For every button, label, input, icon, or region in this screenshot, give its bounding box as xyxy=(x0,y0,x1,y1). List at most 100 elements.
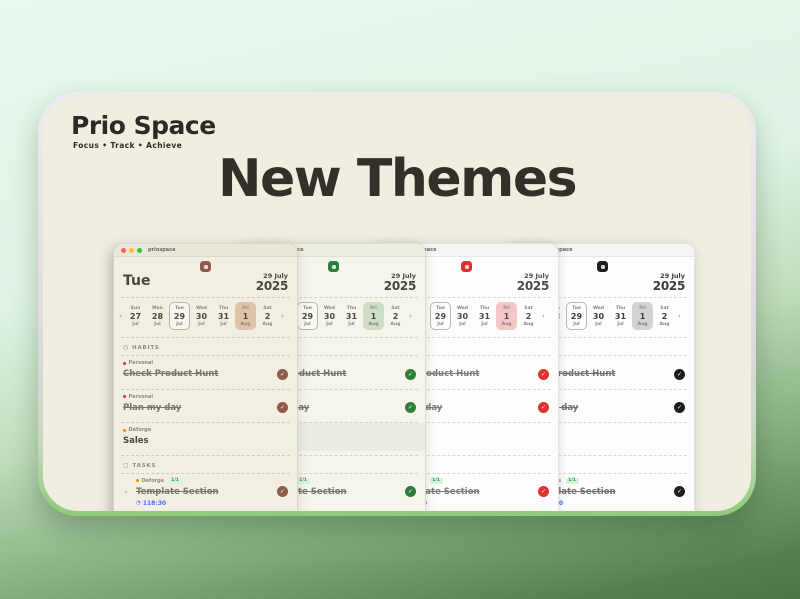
next-week-button[interactable]: › xyxy=(676,312,683,320)
habit-row-sales[interactable]: Deforge Sales xyxy=(114,423,297,451)
day-number: 31 xyxy=(346,312,357,321)
week-strip: ‹ Sun 27 Jul Mon 28 Jul Tue 29 Jul Wed 3… xyxy=(114,298,297,333)
date-block: 29 July 2025 xyxy=(384,273,416,293)
dow-label: Wed xyxy=(324,306,335,311)
close-button[interactable] xyxy=(121,248,126,253)
day-cell-wed[interactable]: Wed 30 Jul xyxy=(452,302,473,330)
date-block: 29 July 2025 xyxy=(653,273,685,293)
dow-label: Sat xyxy=(263,306,271,311)
completion-badge: 1/1 xyxy=(297,478,310,484)
traffic-lights xyxy=(121,248,142,253)
dow-label: Sat xyxy=(391,306,399,311)
dow-label: Thu xyxy=(347,306,356,311)
next-week-button[interactable]: › xyxy=(540,312,547,320)
habit-check-button[interactable]: ✓ xyxy=(405,402,416,413)
category-label: Personal xyxy=(129,394,154,400)
task-check-button[interactable]: ✓ xyxy=(405,486,416,497)
day-cell-sat[interactable]: Sat 2 Aug xyxy=(257,302,278,330)
day-cell-tue-today[interactable]: Tue 29 Jul xyxy=(169,302,190,330)
month-label: Aug xyxy=(391,322,401,327)
habit-check-button[interactable]: ✓ xyxy=(538,402,549,413)
dow-label: Tue xyxy=(303,306,312,311)
habit-row-check-product-hunt[interactable]: Personal Check Product Hunt ✓ xyxy=(114,356,297,385)
task-check-button[interactable]: ✓ xyxy=(538,486,549,497)
month-label: Aug xyxy=(638,322,648,327)
habit-check-button[interactable]: ✓ xyxy=(674,369,685,380)
divider xyxy=(121,337,290,338)
divider xyxy=(121,455,290,456)
category-dot-icon xyxy=(123,395,126,398)
day-number: 29 xyxy=(302,312,313,321)
habit-check-button[interactable]: ✓ xyxy=(277,402,288,413)
date-year: 2025 xyxy=(256,280,288,293)
day-cell-fri-selected[interactable]: Fri 1 Aug xyxy=(496,302,517,330)
task-title: Template Section xyxy=(136,487,277,497)
day-cell-wed[interactable]: Wed 30 Jul xyxy=(191,302,212,330)
month-label: Aug xyxy=(660,322,670,327)
day-number: 29 xyxy=(174,312,185,321)
app-theme-logo-icon xyxy=(200,261,211,272)
category-label: Personal xyxy=(129,360,154,366)
habit-check-button[interactable]: ✓ xyxy=(405,369,416,380)
month-label: Jul xyxy=(220,322,226,327)
day-number: 1 xyxy=(640,312,646,321)
month-label: Jul xyxy=(437,322,443,327)
day-number: 28 xyxy=(152,312,163,321)
day-cell-mon[interactable]: Mon 28 Jul xyxy=(147,302,168,330)
category-label: Deforge xyxy=(142,478,165,484)
maximize-button[interactable] xyxy=(137,248,142,253)
habit-check-button[interactable]: ✓ xyxy=(674,402,685,413)
window-titlebar: priospace xyxy=(114,244,297,257)
category-dot-icon xyxy=(136,479,139,482)
day-cell-sun[interactable]: Sun 27 Jul xyxy=(125,302,146,330)
day-cell-thu[interactable]: Thu 31 Jul xyxy=(610,302,631,330)
habit-check-button[interactable]: ✓ xyxy=(277,369,288,380)
day-cell-tue-today[interactable]: Tue 29 Jul xyxy=(297,302,318,330)
date-year: 2025 xyxy=(384,280,416,293)
category-dot-icon xyxy=(123,429,126,432)
day-cell-thu[interactable]: Thu 31 Jul xyxy=(341,302,362,330)
day-cell-sat[interactable]: Sat 2 Aug xyxy=(518,302,539,330)
task-row-template-section[interactable]: Deforge 1/1 ⌄ Template Section ✓ ◔ 118:3… xyxy=(114,474,297,511)
day-number: 27 xyxy=(130,312,141,321)
next-week-button[interactable]: › xyxy=(407,312,414,320)
habit-row-plan-my-day[interactable]: Personal Plan my day ✓ xyxy=(114,390,297,419)
date-year: 2025 xyxy=(653,280,685,293)
day-cell-thu[interactable]: Thu 31 Jul xyxy=(474,302,495,330)
day-cell-sat[interactable]: Sat 2 Aug xyxy=(385,302,406,330)
completion-badge: 1/1 xyxy=(566,478,579,484)
habits-label: HABITS xyxy=(132,345,160,351)
day-number: 1 xyxy=(504,312,510,321)
day-cell-tue-today[interactable]: Tue 29 Jul xyxy=(566,302,587,330)
day-cell-fri-selected[interactable]: Fri 1 Aug xyxy=(363,302,384,330)
completion-badge: 1/1 xyxy=(169,478,182,484)
month-label: Jul xyxy=(198,322,204,327)
clock-icon: ◷ xyxy=(123,345,129,351)
day-number: 2 xyxy=(265,312,271,321)
day-cell-wed[interactable]: Wed 30 Jul xyxy=(588,302,609,330)
day-cell-sat[interactable]: Sat 2 Aug xyxy=(654,302,675,330)
time-value: 118:30 xyxy=(143,500,166,507)
dow-label: Mon xyxy=(152,306,163,311)
day-cell-fri-selected[interactable]: Fri 1 Aug xyxy=(632,302,653,330)
chevron-down-icon[interactable]: ⌄ xyxy=(123,488,136,495)
day-cell-wed[interactable]: Wed 30 Jul xyxy=(319,302,340,330)
task-check-button[interactable]: ✓ xyxy=(674,486,685,497)
month-label: Jul xyxy=(617,322,623,327)
habit-category: Deforge xyxy=(123,427,288,433)
day-cell-tue-today[interactable]: Tue 29 Jul xyxy=(430,302,451,330)
dow-label: Sat xyxy=(660,306,668,311)
tasks-section-label: ▢ TASKS xyxy=(114,463,297,469)
app-theme-logo-icon xyxy=(597,261,608,272)
day-number: 1 xyxy=(243,312,249,321)
background: Prio Space Focus • Track • Achieve New T… xyxy=(0,0,800,599)
habit-check-button[interactable]: ✓ xyxy=(538,369,549,380)
day-cell-fri-selected[interactable]: Fri 1 Aug xyxy=(235,302,256,330)
minimize-button[interactable] xyxy=(129,248,134,253)
dow-label: Tue xyxy=(175,306,184,311)
task-check-button[interactable]: ✓ xyxy=(277,486,288,497)
prev-week-button[interactable]: ‹ xyxy=(117,312,124,320)
next-week-button[interactable]: › xyxy=(279,312,286,320)
category-label: Deforge xyxy=(129,427,152,433)
day-cell-thu[interactable]: Thu 31 Jul xyxy=(213,302,234,330)
